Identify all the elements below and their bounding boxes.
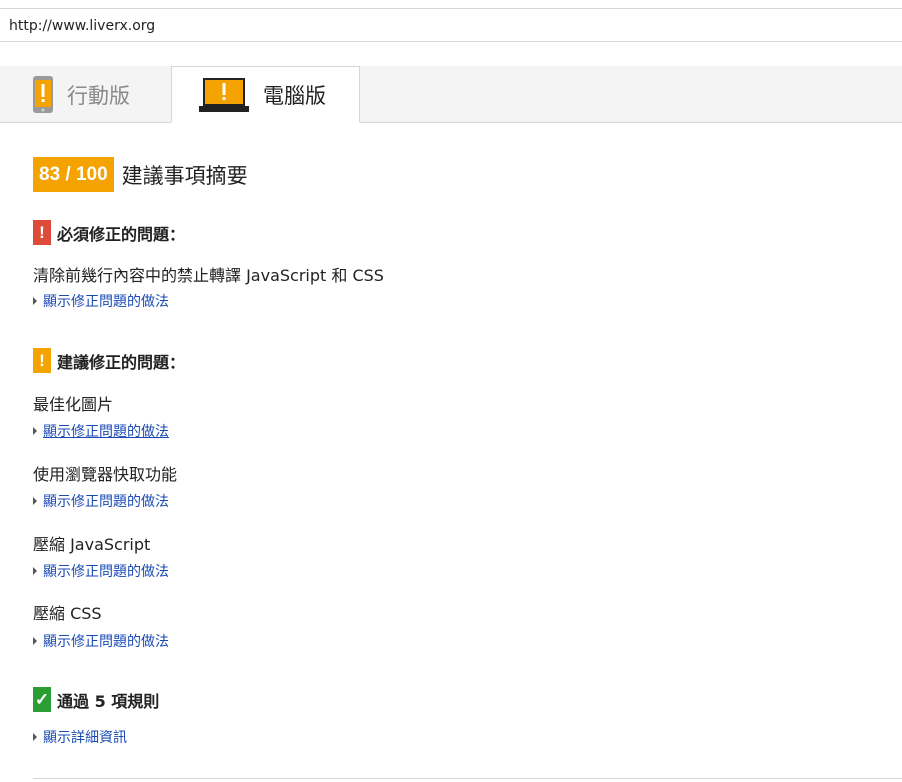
link-text[interactable]: 顯示修正問題的做法 xyxy=(43,291,169,311)
passed-rules-header: ✓ 通過 5 項規則 xyxy=(33,687,159,712)
link-text[interactable]: 顯示詳細資訊 xyxy=(43,727,127,747)
caret-right-icon xyxy=(33,733,37,741)
caret-right-icon xyxy=(33,637,37,645)
should-fix-title: 建議修正的問題： xyxy=(57,352,186,372)
mobile-phone-warning-icon xyxy=(33,76,53,113)
tab-desktop-label: 電腦版 xyxy=(263,83,326,108)
caret-right-icon xyxy=(33,427,37,435)
should-fix-item-title: 壓縮 CSS xyxy=(33,604,102,623)
should-fix-item-link[interactable]: 顯示修正問題的做法 xyxy=(33,561,169,581)
checkmark-icon: ✓ xyxy=(33,687,51,712)
must-fix-item-link[interactable]: 顯示修正問題的做法 xyxy=(33,291,169,311)
error-icon: ! xyxy=(33,220,51,245)
must-fix-header: ! 必須修正的問題： xyxy=(33,220,185,245)
url-bar[interactable]: http://www.liverx.org xyxy=(0,8,902,42)
caret-right-icon xyxy=(33,567,37,575)
should-fix-item-title: 壓縮 JavaScript xyxy=(33,535,151,554)
warning-icon: ! xyxy=(33,348,51,373)
must-fix-title: 必須修正的問題： xyxy=(57,224,186,244)
passed-rules-title: 通過 5 項規則 xyxy=(57,691,160,711)
score-badge: 83 / 100 xyxy=(33,157,114,192)
show-details-link[interactable]: 顯示詳細資訊 xyxy=(33,727,127,747)
tab-mobile[interactable]: 行動版 xyxy=(0,66,171,123)
score-summary: 83 / 100 建議事項摘要 xyxy=(33,157,248,192)
should-fix-item-title: 使用瀏覽器快取功能 xyxy=(33,465,178,484)
link-text[interactable]: 顯示修正問題的做法 xyxy=(43,421,169,441)
tab-mobile-label: 行動版 xyxy=(67,83,130,108)
must-fix-item-title: 清除前幾行內容中的禁止轉譯 JavaScript 和 CSS xyxy=(33,266,384,285)
link-text[interactable]: 顯示修正問題的做法 xyxy=(43,631,169,651)
should-fix-item-title: 最佳化圖片 xyxy=(33,395,114,414)
should-fix-header: ! 建議修正的問題： xyxy=(33,348,185,373)
summary-title: 建議事項摘要 xyxy=(121,163,248,188)
url-text[interactable]: http://www.liverx.org xyxy=(9,18,155,34)
tab-desktop[interactable]: 電腦版 xyxy=(171,66,360,123)
caret-right-icon xyxy=(33,497,37,505)
should-fix-item-link[interactable]: 顯示修正問題的做法 xyxy=(33,421,169,441)
should-fix-item-link[interactable]: 顯示修正問題的做法 xyxy=(33,491,169,511)
link-text[interactable]: 顯示修正問題的做法 xyxy=(43,561,169,581)
laptop-warning-icon xyxy=(199,77,249,112)
caret-right-icon xyxy=(33,297,37,305)
link-text[interactable]: 顯示修正問題的做法 xyxy=(43,491,169,511)
divider xyxy=(33,778,902,779)
should-fix-item-link[interactable]: 顯示修正問題的做法 xyxy=(33,631,169,651)
device-tab-strip: 行動版 電腦版 xyxy=(0,66,902,123)
